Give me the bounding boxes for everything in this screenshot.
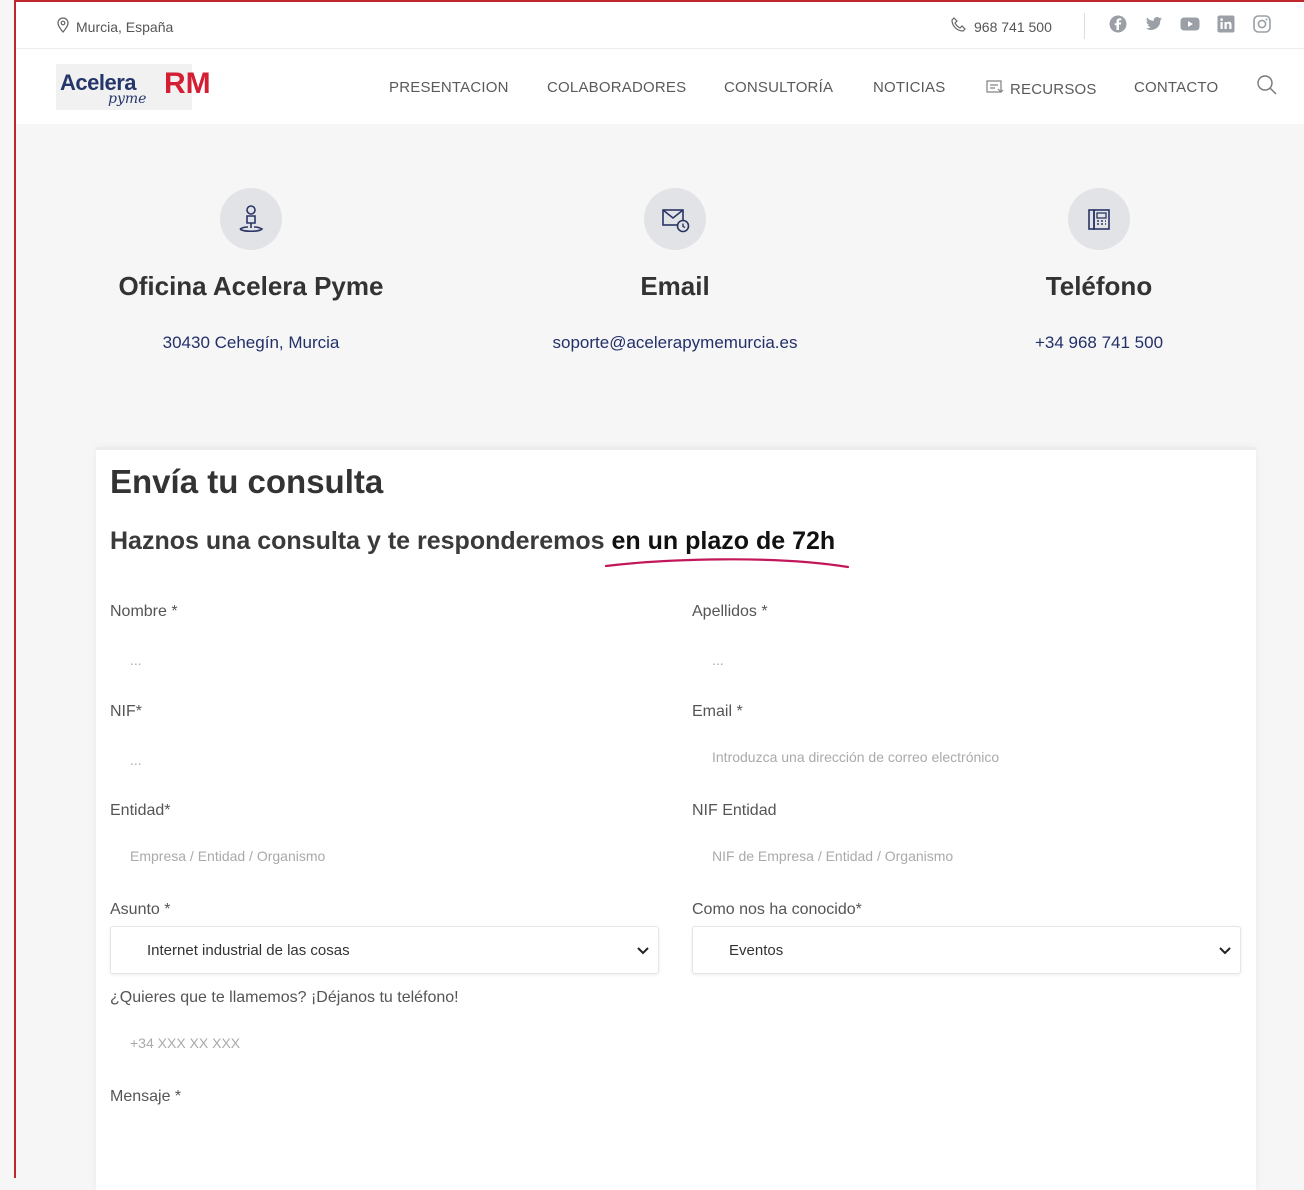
nav-colaboradores[interactable]: COLABORADORES	[547, 79, 686, 96]
phone-icon	[950, 17, 968, 36]
youtube-icon[interactable]	[1180, 14, 1200, 34]
location-link[interactable]: Murcia, España	[56, 17, 173, 36]
email-input[interactable]: Introduzca una dirección de correo elect…	[692, 738, 1240, 776]
phone-link[interactable]: 968 741 500	[950, 17, 1052, 36]
twitter-icon[interactable]	[1144, 14, 1164, 34]
email-title: Email	[640, 271, 710, 301]
chevron-down-icon	[1218, 943, 1232, 961]
location-pin-icon	[220, 188, 282, 250]
email-icon	[644, 188, 706, 250]
nif-label: NIF*	[110, 703, 142, 720]
site-logo[interactable]: Acelera pyme RM	[56, 64, 211, 110]
nav-recursos[interactable]: RECURSOS	[986, 79, 1097, 99]
asunto-select[interactable]: Internet industrial de las cosas	[110, 926, 659, 974]
phone-number[interactable]: +34 968 741 500	[919, 333, 1279, 353]
nav-noticias[interactable]: NOTICIAS	[873, 79, 945, 96]
phone-text: 968 741 500	[974, 18, 1052, 35]
apellidos-label: Apellidos *	[692, 603, 768, 620]
phone-icon	[1068, 188, 1130, 250]
conocido-select[interactable]: Eventos	[692, 926, 1241, 974]
divider	[1084, 13, 1085, 39]
asunto-value: Internet industrial de las cosas	[147, 942, 350, 959]
nombre-input[interactable]: ...	[110, 641, 658, 679]
map-pin-icon	[56, 17, 70, 36]
logo-brand: RM	[164, 67, 211, 100]
nif-entidad-input[interactable]: NIF de Empresa / Entidad / Organismo	[692, 837, 1240, 875]
email-label: Email *	[692, 703, 743, 720]
nav-contacto[interactable]: CONTACTO	[1134, 79, 1218, 96]
instagram-icon[interactable]	[1252, 14, 1272, 34]
facebook-icon[interactable]	[1108, 14, 1128, 34]
form-subtitle: Haznos una consulta y te responderemos e…	[110, 527, 835, 556]
search-icon[interactable]	[1256, 74, 1278, 101]
conocido-label: Como nos ha conocido*	[692, 901, 862, 918]
highlight-underline	[604, 558, 850, 569]
location-text: Murcia, España	[76, 18, 174, 35]
phone-title: Teléfono	[1045, 271, 1153, 301]
office-title: Oficina Acelera Pyme	[118, 271, 384, 301]
office-address: 30430 Cehegín, Murcia	[162, 333, 340, 352]
form-subtitle-text: Haznos una consulta y te responderemos	[110, 527, 612, 555]
main-header: Acelera pyme RM PRESENTACION COLABORADOR…	[16, 49, 1304, 124]
telefono-input[interactable]: +34 XXX XX XXX	[110, 1024, 658, 1062]
nombre-label: Nombre *	[110, 603, 178, 620]
chevron-down-icon	[636, 943, 650, 961]
form-title: Envía tu consulta	[110, 463, 384, 500]
apellidos-input[interactable]: ...	[692, 641, 1240, 679]
asunto-label: Asunto *	[110, 901, 171, 918]
logo-sub: pyme	[108, 91, 147, 107]
conocido-value: Eventos	[729, 942, 784, 959]
linkedin-icon[interactable]	[1216, 14, 1236, 34]
email-address[interactable]: soporte@acelerapymemurcia.es	[495, 333, 855, 353]
social-links	[1108, 14, 1272, 34]
nif-input[interactable]: ...	[110, 741, 658, 779]
mensaje-textarea[interactable]	[110, 1118, 1240, 1178]
mensaje-label: Mensaje *	[110, 1088, 182, 1105]
entidad-label: Entidad*	[110, 802, 171, 819]
top-bar: Murcia, España 968 741 500	[16, 2, 1304, 49]
form-subtitle-highlight: en un plazo de 72h	[611, 527, 836, 555]
telefono-label: ¿Quieres que te llamemos? ¡Déjanos tu te…	[110, 989, 459, 1006]
nav-presentacion[interactable]: PRESENTACION	[389, 79, 509, 96]
nav-recursos-label: RECURSOS	[1010, 80, 1097, 98]
entidad-input[interactable]: Empresa / Entidad / Organismo	[110, 837, 658, 875]
window-border-left	[14, 0, 16, 1178]
nif-entidad-label: NIF Entidad	[692, 802, 777, 819]
nav-consultoria[interactable]: CONSULTORÍA	[724, 79, 833, 96]
resources-icon	[986, 79, 1004, 99]
